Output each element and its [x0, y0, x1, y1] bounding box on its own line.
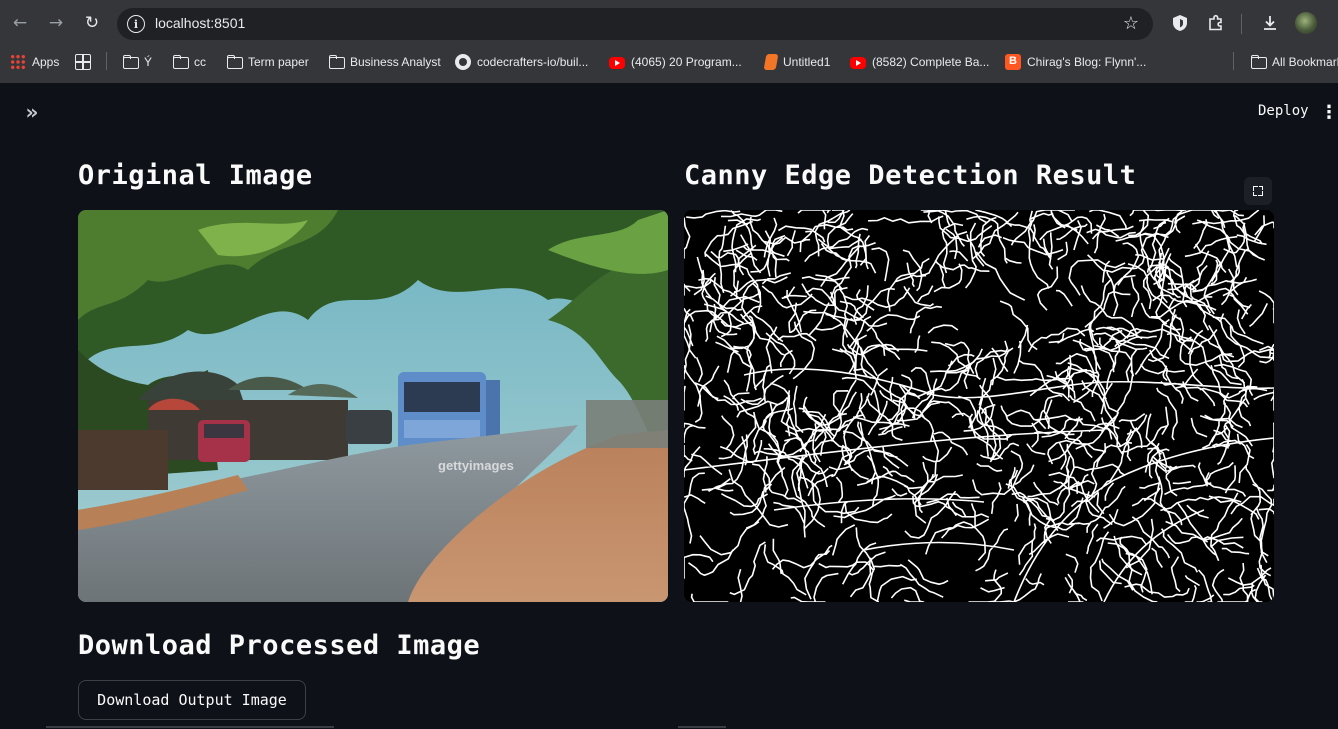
bookmark-youtube-4065[interactable]: (4065) 20 Program... — [609, 52, 742, 72]
address-bar[interactable]: i localhost:8501 ☆ — [117, 8, 1153, 40]
browser-toolbar: ← → ↻ i localhost:8501 ☆ — [0, 0, 1338, 46]
reload-icon[interactable]: ↻ — [80, 11, 104, 35]
bookmark-label: Term paper — [248, 55, 309, 69]
bookmark-folder-business-analyst[interactable]: Business Analyst — [328, 52, 441, 72]
sidebar-expand-icon[interactable]: » — [18, 100, 42, 124]
bookmark-label: Untitled1 — [783, 55, 831, 69]
folder-icon — [328, 54, 345, 70]
bookmark-label: Chirag's Blog: Flynn'... — [1027, 55, 1147, 69]
edge-map — [684, 210, 1274, 602]
apps-icon — [10, 54, 26, 70]
toolbar-divider — [1241, 14, 1242, 34]
original-image-photo: gettyimages — [78, 210, 668, 602]
original-image[interactable]: gettyimages — [78, 210, 668, 602]
streamlit-app: » Deploy ⋮ Original Image gettyimages Ca… — [0, 83, 1338, 729]
canny-result-image[interactable] — [684, 210, 1274, 602]
blogger-icon — [1005, 54, 1021, 70]
bookmark-label: (4065) 20 Program... — [631, 55, 742, 69]
original-image-heading: Original Image — [78, 160, 313, 191]
bookmarks-bar: Apps Ý cc Term paper Business Analyst co… — [0, 46, 1338, 78]
folder-icon — [1250, 54, 1267, 70]
forward-arrow-icon[interactable]: → — [44, 11, 68, 35]
bookmark-codecrafters[interactable]: codecrafters-io/buil... — [455, 52, 588, 72]
folder-icon — [172, 54, 189, 70]
folder-icon — [122, 54, 139, 70]
main-menu-icon[interactable]: ⋮ — [1320, 101, 1338, 123]
bookmark-label: Ý — [144, 55, 153, 69]
bookmark-label: Business Analyst — [350, 55, 441, 69]
bookmark-label: Apps — [32, 55, 60, 69]
scroll-indicator — [678, 726, 726, 728]
site-info-icon[interactable]: i — [127, 15, 145, 33]
fullscreen-button[interactable] — [1244, 177, 1272, 205]
bookmarks-divider — [106, 52, 107, 70]
deploy-button[interactable]: Deploy — [1252, 101, 1315, 123]
browser-chrome: ← → ↻ i localhost:8501 ☆ Apps Ý cc Term … — [0, 0, 1338, 83]
bookmark-folder-term-paper[interactable]: Term paper — [226, 52, 309, 72]
download-icon[interactable] — [1258, 11, 1282, 35]
bookmark-folder-cc[interactable]: cc — [172, 52, 206, 72]
bookmark-apps[interactable]: Apps — [10, 52, 59, 72]
grid-icon — [75, 54, 91, 70]
github-icon — [455, 54, 471, 70]
youtube-icon — [609, 57, 625, 69]
bookmark-all-bookmarks[interactable]: All Bookmarks — [1250, 52, 1338, 72]
shield-extension-icon[interactable] — [1168, 11, 1192, 35]
bookmark-youtube-8582[interactable]: (8582) Complete Ba... — [850, 52, 989, 72]
bookmark-folder-y[interactable]: Ý — [122, 52, 152, 72]
bookmark-label: codecrafters-io/buil... — [477, 55, 589, 69]
bookmark-untitled1[interactable]: Untitled1 — [763, 52, 831, 72]
back-arrow-icon[interactable]: ← — [8, 11, 32, 35]
download-output-button[interactable]: Download Output Image — [78, 680, 306, 720]
folder-icon — [226, 54, 243, 70]
scroll-indicator — [46, 726, 334, 728]
canny-result-heading: Canny Edge Detection Result — [684, 160, 1137, 191]
profile-avatar[interactable] — [1295, 12, 1317, 34]
bookmark-label: cc — [194, 55, 206, 69]
bookmark-label: (8582) Complete Ba... — [872, 55, 990, 69]
bookmark-star-icon[interactable]: ☆ — [1123, 13, 1139, 34]
bookmark-grid[interactable] — [75, 52, 91, 72]
watermark-text: gettyimages — [438, 458, 514, 473]
bookmark-chirags-blog[interactable]: Chirag's Blog: Flynn'... — [1005, 52, 1146, 72]
extensions-puzzle-icon[interactable] — [1204, 11, 1228, 35]
bookmark-label: All Bookmarks — [1272, 55, 1338, 69]
youtube-icon — [850, 57, 866, 69]
address-url[interactable]: localhost:8501 — [155, 15, 245, 31]
fullscreen-icon — [1253, 186, 1263, 196]
bookmarks-divider — [1233, 52, 1234, 70]
jupyter-icon — [763, 54, 779, 70]
download-heading: Download Processed Image — [78, 630, 481, 661]
